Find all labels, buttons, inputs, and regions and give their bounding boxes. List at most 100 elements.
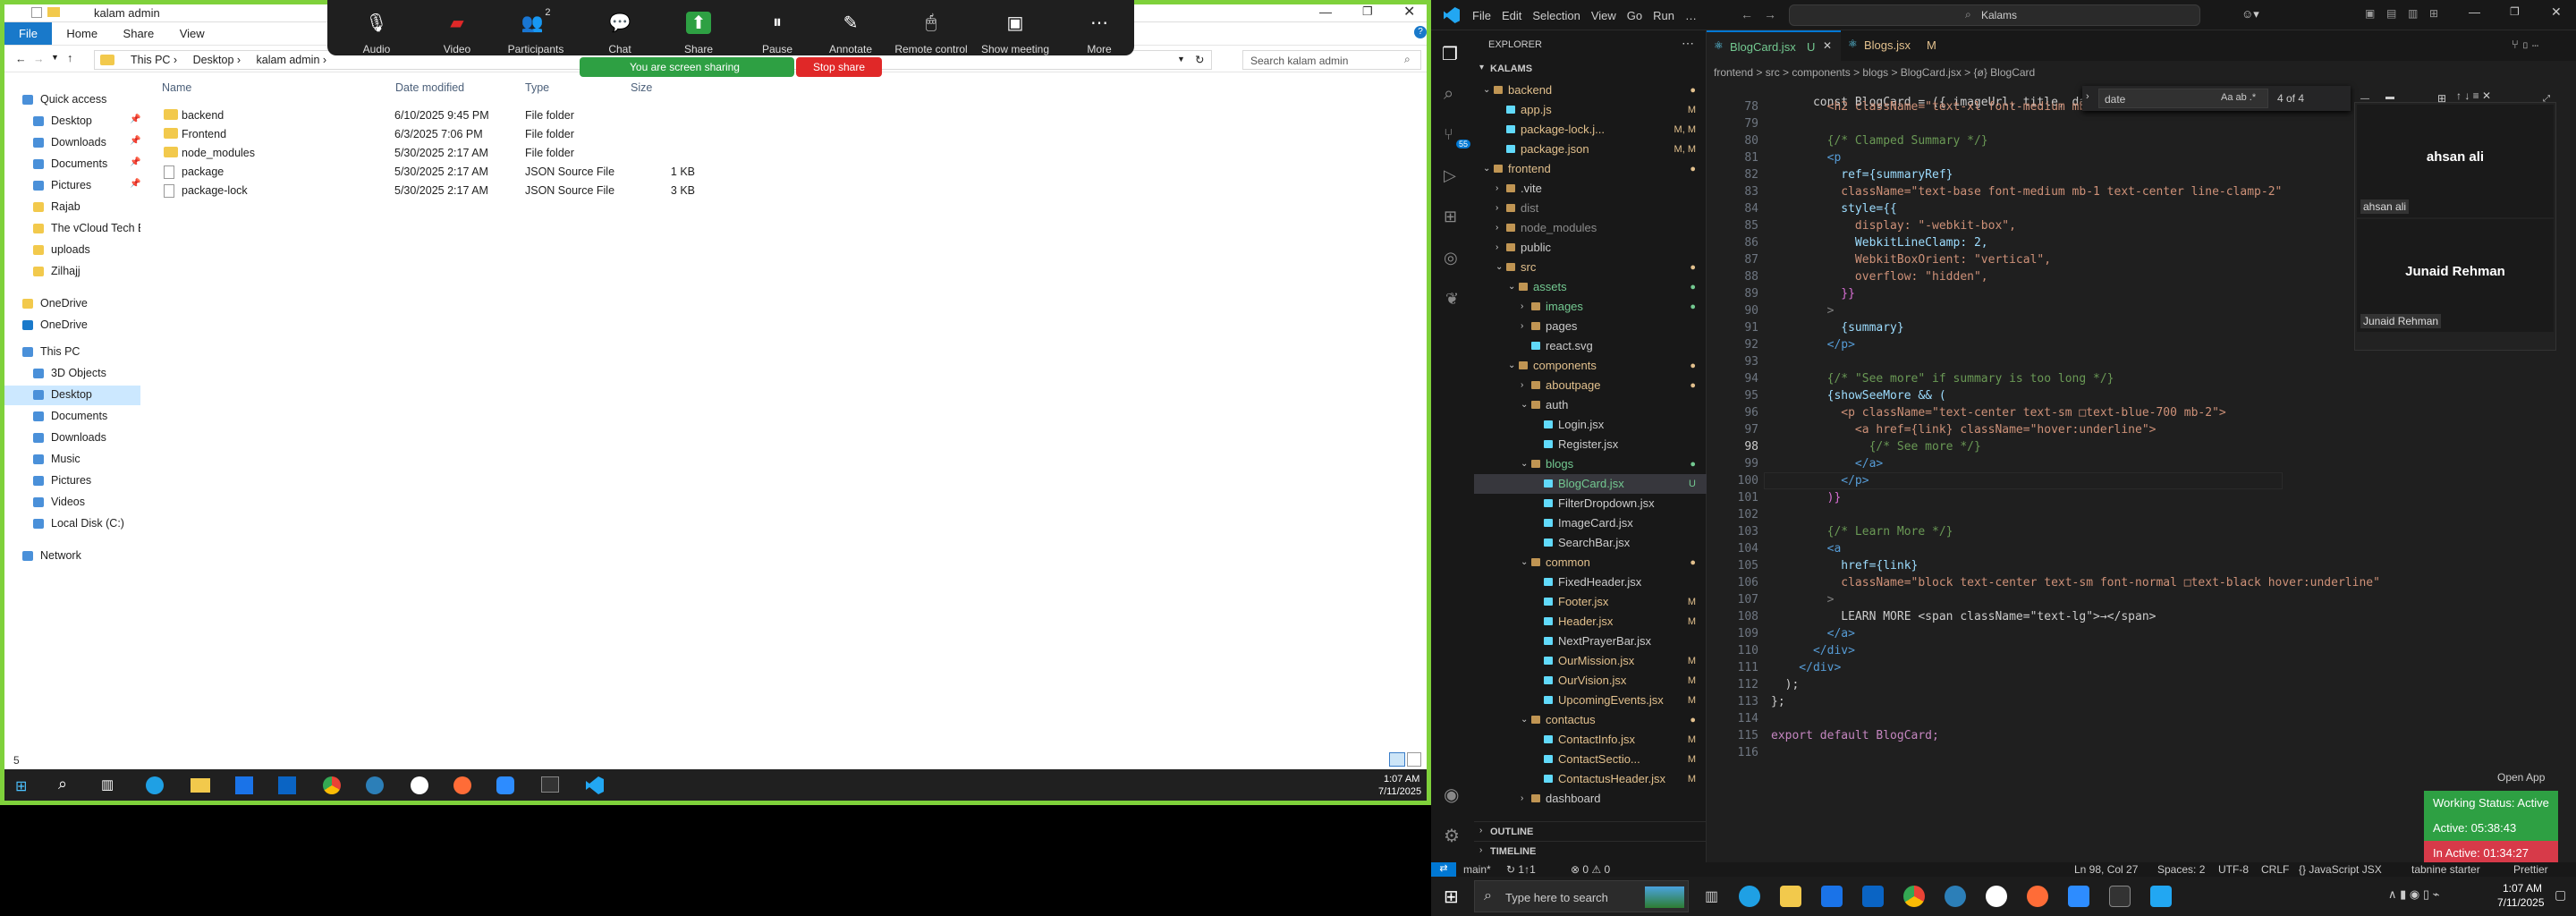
notification-icon[interactable]: ▢ xyxy=(2555,887,2566,903)
postman-icon[interactable] xyxy=(453,776,471,794)
pin-icon[interactable]: 📌 xyxy=(130,157,140,167)
recent-icon[interactable]: ▼ xyxy=(51,53,59,62)
tree-item[interactable]: › node_modules xyxy=(1474,218,1707,238)
prettier-status[interactable]: Prettier xyxy=(2513,863,2548,876)
refresh-icon[interactable]: ↻ xyxy=(1195,53,1204,66)
tree-item[interactable]: ContactSectio... M xyxy=(1474,750,1707,769)
nav-item[interactable]: Documents 📌 xyxy=(4,155,140,174)
run-debug-icon[interactable]: ▷ xyxy=(1444,166,1456,185)
tab-home[interactable]: Home xyxy=(55,22,108,45)
tree-item[interactable]: › pages xyxy=(1474,317,1707,336)
file-row[interactable]: backend 6/10/2025 9:45 PM File folder xyxy=(148,106,774,125)
line-ending[interactable]: CRLF xyxy=(2261,863,2289,876)
help-icon[interactable]: ? xyxy=(1414,26,1427,38)
nav-item[interactable]: Pictures xyxy=(4,471,140,491)
pin-icon[interactable]: 📌 xyxy=(130,136,140,146)
tree-item[interactable]: ⌄ blogs ● xyxy=(1474,454,1707,474)
app-icon[interactable] xyxy=(1986,886,2007,907)
tab-share[interactable]: Share xyxy=(113,22,165,45)
workspace-root[interactable]: KALAMS xyxy=(1490,64,1532,74)
task-view-icon[interactable]: ▥ xyxy=(1705,887,1718,905)
cursor-position[interactable]: Ln 98, Col 27 xyxy=(2074,863,2138,876)
extensions-icon[interactable]: ⊞ xyxy=(1444,208,1457,226)
menu-item[interactable]: Run xyxy=(1653,9,1674,22)
chrome-icon[interactable] xyxy=(323,776,341,794)
tree-item[interactable]: ⌄ components ● xyxy=(1474,356,1707,376)
tab-blogcard[interactable]: ⚛ BlogCard.jsx U ✕ xyxy=(1707,30,1841,61)
settings-gear-icon[interactable]: ⚙ xyxy=(1444,825,1460,847)
tree-item[interactable]: Register.jsx xyxy=(1474,435,1707,454)
search-icon[interactable]: ⌕ xyxy=(58,775,67,793)
problems-count[interactable]: ⊗ 0 ⚠ 0 xyxy=(1571,863,1610,876)
tray-icons[interactable]: ∧ ▮ ◉ ▯ ⌁ xyxy=(2388,887,2439,902)
chevron-right-icon[interactable]: › xyxy=(2086,91,2089,102)
app-icon[interactable] xyxy=(1945,886,1966,907)
terminal-icon[interactable] xyxy=(541,776,559,793)
tree-item[interactable]: NextPrayerBar.jsx xyxy=(1474,632,1707,651)
open-app-link[interactable]: Open App xyxy=(2497,771,2545,784)
annotate-button[interactable]: ✎ Annotate xyxy=(810,7,891,56)
pause-button[interactable]: ⏸ Pause xyxy=(737,7,818,56)
tree-item[interactable]: › images ● xyxy=(1474,297,1707,317)
chrome-icon[interactable] xyxy=(1903,886,1925,907)
tree-item[interactable]: OurVision.jsx M xyxy=(1474,671,1707,691)
nav-item[interactable]: OneDrive xyxy=(4,294,140,314)
forward-icon[interactable]: → xyxy=(33,53,45,65)
vscode-icon[interactable] xyxy=(586,776,604,794)
search-input[interactable]: Search kalam admin ⌕ xyxy=(1242,50,1421,70)
tree-item[interactable]: ⌄ backend ● xyxy=(1474,81,1707,100)
windows-start-icon[interactable]: ⊞ xyxy=(1444,886,1459,908)
nav-item[interactable]: Downloads xyxy=(4,428,140,448)
tabnine-status[interactable]: tabnine starter xyxy=(2411,863,2480,876)
stop-share-button[interactable]: Stop share xyxy=(796,57,882,77)
timeline-section[interactable]: › TIMELINE xyxy=(1474,841,1707,861)
windows-start-icon[interactable]: ⊞ xyxy=(15,777,27,795)
pin-icon[interactable]: 📌 xyxy=(130,179,140,189)
layout-secondary-icon[interactable]: ▥ xyxy=(2408,7,2418,20)
edge-icon[interactable] xyxy=(146,776,164,794)
menu-item[interactable]: View xyxy=(1591,9,1616,22)
find-next-icon[interactable]: ↑ ↓ ≡ ✕ xyxy=(2456,89,2491,102)
column-name[interactable]: Name xyxy=(162,81,191,94)
menu-item[interactable]: Go xyxy=(1627,9,1642,22)
tree-item[interactable]: FilterDropdown.jsx xyxy=(1474,494,1707,513)
nav-item[interactable]: Rajab xyxy=(4,198,140,217)
nav-item[interactable]: This PC xyxy=(4,343,140,362)
expand-icon[interactable]: ⤢ xyxy=(2543,94,2550,104)
edge-icon[interactable] xyxy=(1739,886,1760,907)
close-icon[interactable]: ✕ xyxy=(2551,4,2562,20)
file-row[interactable]: package-lock 5/30/2025 2:17 AM JSON Source… xyxy=(148,182,774,200)
tree-item[interactable]: ⌄ src ● xyxy=(1474,258,1707,277)
editor-breadcrumb[interactable]: frontend > src > components > blogs > Bl… xyxy=(1714,66,2035,79)
file-row[interactable]: package 5/30/2025 2:17 AM JSON Source File… xyxy=(148,163,774,182)
tree-item[interactable]: UpcomingEvents.jsx M xyxy=(1474,691,1707,710)
tab-file[interactable]: File xyxy=(4,22,52,45)
up-icon[interactable]: ↑ xyxy=(67,52,72,64)
tree-item[interactable]: › aboutpage ● xyxy=(1474,376,1707,395)
tree-item[interactable]: ⌄ common ● xyxy=(1474,553,1707,572)
tree-item[interactable]: › .vite xyxy=(1474,179,1707,199)
tree-item[interactable]: Header.jsx M xyxy=(1474,612,1707,632)
pin-icon[interactable]: 📌 xyxy=(130,114,140,124)
outlook-icon[interactable] xyxy=(278,776,296,794)
taskbar-search[interactable]: ⌕ Type here to search xyxy=(1474,880,1689,912)
tab-view[interactable]: View xyxy=(169,22,216,45)
nav-item[interactable]: uploads xyxy=(4,241,140,260)
details-view-icon[interactable] xyxy=(1389,752,1405,767)
tree-item[interactable]: › dist xyxy=(1474,199,1707,218)
chevron-down-icon[interactable]: ▼ xyxy=(1177,55,1185,64)
tree-item[interactable]: ⌄ contactus ● xyxy=(1474,710,1707,730)
tree-item[interactable]: ⌄ auth xyxy=(1474,395,1707,415)
postman-icon[interactable] xyxy=(2027,886,2048,907)
nav-back-icon[interactable]: ← xyxy=(1741,7,1753,21)
layout-icon[interactable]: ▬ xyxy=(2385,92,2394,102)
breadcrumb-item[interactable]: kalam admin xyxy=(257,54,320,66)
find-input[interactable]: date Aa ab .* xyxy=(2098,89,2268,108)
mongodb-icon[interactable]: ❦ xyxy=(1445,290,1459,309)
store-icon[interactable] xyxy=(1821,886,1843,907)
task-view-icon[interactable]: ▥ xyxy=(101,776,114,793)
menu-item[interactable]: Edit xyxy=(1502,9,1521,22)
participants-button[interactable]: 👥 2 Participants xyxy=(496,7,576,55)
nav-item[interactable]: 3D Objects xyxy=(4,364,140,384)
explorer-icon[interactable]: ❐ xyxy=(1442,43,1458,65)
